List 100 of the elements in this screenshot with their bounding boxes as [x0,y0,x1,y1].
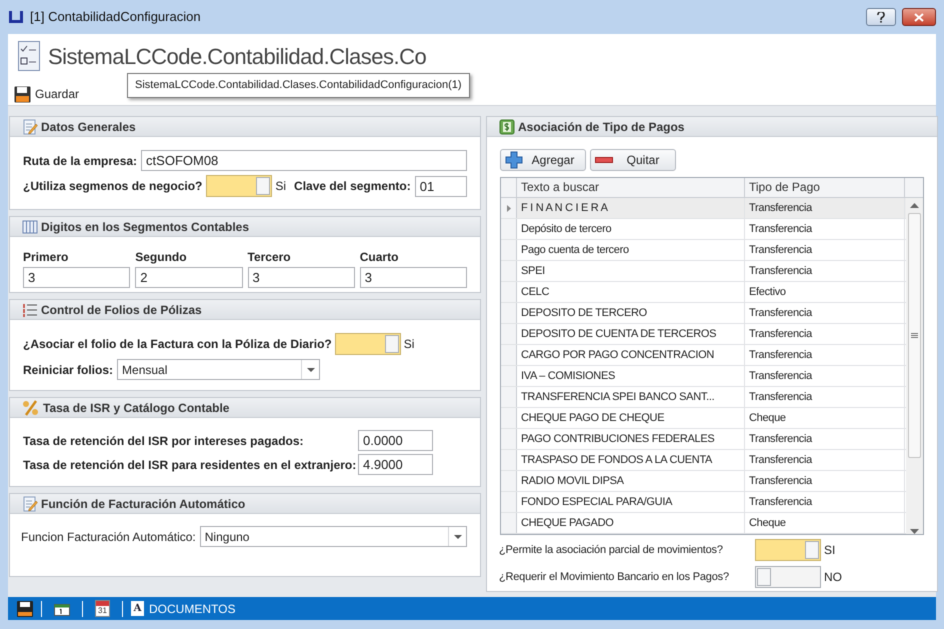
page-title: SistemaLCCode.Contabilidad.Clases.Co [48,42,426,70]
field-label: Funcion Facturación Automático: [21,528,196,546]
section-title: Control de Folios de Pólizas [41,302,202,318]
field-label: Primero [23,249,70,266]
table-cell: IVA – COMISIONES [517,366,745,386]
dropdown-arrow-icon [454,534,462,538]
toggle-switch[interactable] [755,539,821,561]
app-icon [8,10,24,24]
field-label: Segundo [135,249,188,266]
text-field[interactable]: 0.0000 [358,430,433,451]
table-row[interactable]: CELC Efectivo [501,282,906,303]
table-cell: Pago cuenta de tercero [517,240,745,260]
table-row[interactable]: Pago cuenta de tercero Transferencia [501,240,906,261]
option-label: ¿Requerir el Movimiento Bancario en los Pagos? [499,570,730,585]
table-cell: TRANSFERENCIA SPEI BANCO SANT... [517,387,745,407]
table-cell: Transferencia [745,366,905,386]
toggle-label: Si [404,336,414,353]
table-cell: Transferencia [745,198,905,218]
table-cell: Depósito de tercero [517,219,745,239]
field-label: Tasa de retención del ISR para residentes en el extranjero: [23,456,356,474]
toggle-label: SI [824,542,836,559]
table-row[interactable]: IVA – COMISIONES Transferencia [501,366,906,387]
calendar-icon [54,602,70,616]
table-row[interactable]: PAGO CONTRIBUCIONES FEDERALES Transferencia [501,429,906,450]
table-cell: DEPOSITO DE TERCERO [517,303,745,323]
toggle-switch[interactable] [206,175,272,197]
field-label: Tercero [248,249,292,266]
dropdown-arrow-icon [306,368,315,372]
field-label: Ruta de la empresa: [23,152,138,170]
field-label: Clave del segmento: [294,178,411,195]
save-button[interactable]: Guardar [14,84,80,104]
table-cell: Transferencia [745,324,905,344]
table-cell: Transferencia [745,429,905,449]
text-field[interactable]: 3 [23,267,130,288]
text-field[interactable]: 3 [248,267,355,288]
table-cell: Transferencia [745,471,905,491]
close-button[interactable] [902,8,936,26]
text-field[interactable]: 4.9000 [358,454,433,475]
table-row[interactable]: F I N A N C I E R A Transferencia [501,198,906,219]
text-field[interactable]: ctSOFOM08 [141,150,467,171]
remove-button[interactable]: Quitar [590,149,676,171]
table-cell: Cheque [745,408,905,428]
column-header[interactable]: Texto a buscar [517,178,745,197]
option-label: ¿Permite la asociación parcial de movimientos? [499,542,724,558]
table-row[interactable]: CARGO POR PAGO CONCENTRACION Transferencia [501,345,906,366]
table-row[interactable]: RADIO MOVIL DIPSA Transferencia [501,471,906,492]
table-row[interactable]: DEPOSITO DE CUENTA DE TERCEROS Transferencia [501,324,906,345]
window-title: [1] ContabilidadConfiguracion [30,8,202,26]
percent-icon [22,400,40,416]
text-field[interactable]: 3 [360,267,467,288]
table-row[interactable]: FONDO ESPECIAL PARA/GUIA Transferencia [501,492,906,513]
table-cell: Transferencia [745,240,905,260]
text-field[interactable]: 01 [414,176,467,196]
table-cell: Cheque [745,513,905,533]
dropdown[interactable]: Ninguno [200,526,467,547]
text-field[interactable]: 2 [135,267,242,288]
toggle-switch[interactable] [755,566,821,588]
table-cell: RADIO MOVIL DIPSA [517,471,745,491]
table-cell: Transferencia [745,219,905,239]
table-row[interactable]: TRASPASO DE FONDOS A LA CUENTA Transferencia [501,450,906,471]
dropdown[interactable]: Mensual [117,359,320,380]
section-title: Asociación de Tipo de Pagos [518,118,684,136]
table-cell: Transferencia [745,450,905,470]
field-label: Reiniciar folios: [23,362,114,378]
save-icon-button[interactable] [17,600,33,616]
help-icon [877,12,885,22]
section-title: Digitos en los Segmentos Contables [41,218,250,236]
row-pointer-icon [506,204,510,212]
close-icon [914,12,924,22]
scroll-up-icon [910,203,919,208]
grip-icon [911,333,918,338]
table-cell: TRASPASO DE FONDOS A LA CUENTA [517,450,745,470]
section-title: Datos Generales [41,118,136,136]
notepad-pencil-icon [22,118,38,134]
add-button[interactable]: Agregar [500,149,586,171]
columns-icon [22,218,38,234]
table-row[interactable]: CHEQUE PAGADO Cheque [501,513,906,534]
table-row[interactable]: DEPOSITO DE TERCERO Transferencia [501,303,906,324]
table-row[interactable]: CHEQUE PAGO DE CHEQUE Cheque [501,408,906,429]
table-cell: SPEI [517,261,745,281]
plus-icon [505,151,523,169]
field-label: ¿Asociar el folio de la Factura con la Póliza de Diario? [23,336,332,353]
calendar-day-button[interactable]: 31 [95,600,110,617]
table-cell: Transferencia [745,261,905,281]
notepad-pencil-icon [22,496,38,512]
documents-button[interactable]: A DOCUMENTOS [131,600,236,618]
help-button[interactable] [866,8,896,26]
field-label: Cuarto [360,249,400,266]
table-row[interactable]: Depósito de tercero Transferencia [501,219,906,240]
dollar-icon [499,118,515,134]
table-cell: Transferencia [745,492,905,512]
table-row[interactable]: SPEI Transferencia [501,261,906,282]
scrollbar[interactable] [906,198,923,534]
toggle-switch[interactable] [334,333,401,355]
toggle-label: NO [824,569,842,586]
minus-icon [595,157,613,163]
checklist-icon [18,41,40,71]
column-header[interactable]: Tipo de Pago [745,178,905,197]
table-cell: Transferencia [745,387,905,407]
table-row[interactable]: TRANSFERENCIA SPEI BANCO SANT... Transferencia [501,387,906,408]
